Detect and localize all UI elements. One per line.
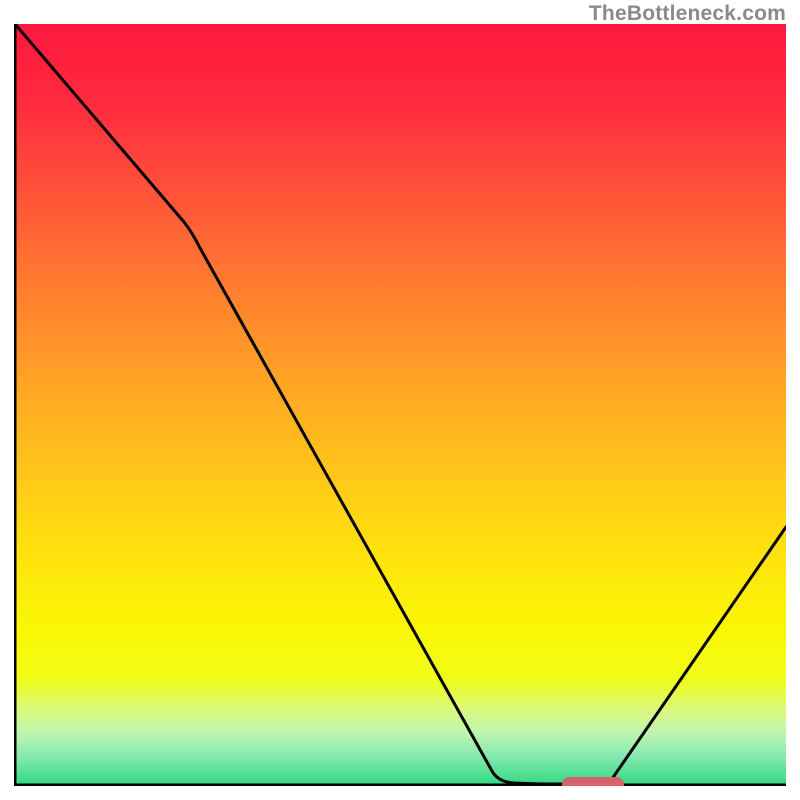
chart-frame: TheBottleneck.com: [0, 0, 800, 800]
optimal-range-marker: [562, 777, 624, 786]
bottleneck-curve: [15, 24, 786, 784]
watermark-text: TheBottleneck.com: [589, 2, 786, 26]
axes: [15, 24, 786, 785]
plot-area: [14, 24, 786, 786]
curve-layer: [14, 24, 786, 786]
